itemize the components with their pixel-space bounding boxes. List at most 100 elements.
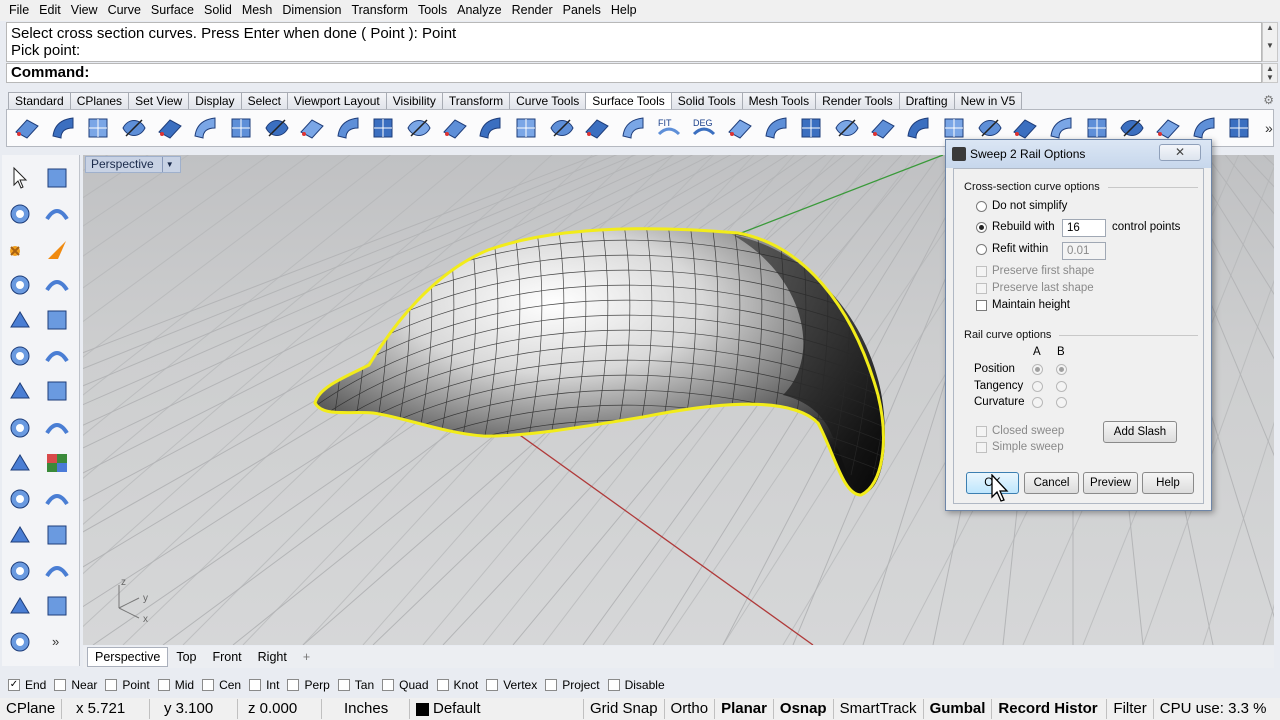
- surface-from-points-icon[interactable]: [11, 112, 43, 144]
- rotate-2-icon[interactable]: [42, 591, 72, 621]
- status-record-history[interactable]: Record Histor: [992, 699, 1108, 719]
- tab-perspective[interactable]: Perspective: [87, 647, 169, 667]
- menu-mesh[interactable]: Mesh: [237, 0, 278, 21]
- status-smarttrack[interactable]: SmartTrack: [834, 699, 924, 719]
- point-grid-icon[interactable]: [902, 112, 934, 144]
- more-left-icon[interactable]: »: [42, 627, 72, 657]
- boolean-icon[interactable]: [42, 556, 72, 586]
- network-surface-icon[interactable]: [332, 112, 364, 144]
- status-grid-snap[interactable]: Grid Snap: [584, 699, 665, 719]
- checkbox-box[interactable]: [54, 679, 67, 691]
- checkbox-box[interactable]: [287, 679, 300, 691]
- tab-solid-tools[interactable]: Solid Tools: [670, 92, 743, 109]
- tab-new-in-v5[interactable]: New in V5: [953, 92, 1023, 109]
- revolve-icon[interactable]: [189, 112, 221, 144]
- menu-view[interactable]: View: [66, 0, 103, 21]
- polyline-icon[interactable]: [5, 199, 35, 229]
- rail-a-tangency-radio[interactable]: [1032, 381, 1043, 392]
- cone-icon[interactable]: [5, 520, 35, 550]
- add-slash-button[interactable]: Add Slash: [1103, 421, 1177, 443]
- radio-rebuild-with[interactable]: Rebuild with: [976, 221, 1055, 233]
- sweep-1-rail-icon[interactable]: [261, 112, 293, 144]
- curve-icon[interactable]: [5, 235, 35, 265]
- status-osnap[interactable]: Osnap: [774, 699, 834, 719]
- status-layer[interactable]: Default: [410, 699, 584, 719]
- checkbox-box[interactable]: [607, 679, 620, 691]
- menu-solid[interactable]: Solid: [199, 0, 237, 21]
- status-filter[interactable]: Filter: [1107, 699, 1154, 719]
- connect-surface-icon[interactable]: [760, 112, 792, 144]
- preview-button[interactable]: Preview: [1083, 472, 1138, 494]
- menu-curve[interactable]: Curve: [103, 0, 146, 21]
- rail-revolve-icon[interactable]: [225, 112, 257, 144]
- radio-refit-within[interactable]: Refit within: [976, 243, 1048, 255]
- dialog-title-bar[interactable]: Sweep 2 Rail Options ✕: [946, 140, 1211, 168]
- tab-drafting[interactable]: Drafting: [898, 92, 955, 109]
- osnap-project[interactable]: Project: [545, 678, 600, 692]
- rebuild-count-input[interactable]: 16: [1062, 219, 1106, 237]
- checkbox-box[interactable]: [249, 679, 262, 691]
- box-edit-icon[interactable]: [42, 376, 72, 406]
- tab-select[interactable]: Select: [240, 92, 288, 109]
- checkbox-box[interactable]: [202, 679, 215, 691]
- loft-icon[interactable]: [154, 112, 186, 144]
- surface-edge-icon[interactable]: [42, 270, 72, 300]
- gear-icon[interactable]: ⚙: [1263, 93, 1274, 107]
- rail-b-curvature-radio[interactable]: [1056, 397, 1067, 408]
- tab-mesh-tools[interactable]: Mesh Tools: [741, 92, 817, 109]
- checkbox-box[interactable]: [105, 679, 118, 691]
- arc-icon[interactable]: [42, 235, 72, 265]
- tab-top[interactable]: Top: [168, 647, 204, 667]
- tab-surface-tools[interactable]: Surface Tools: [585, 92, 672, 109]
- tab-visibility[interactable]: Visibility: [385, 92, 443, 109]
- layer-color-icon[interactable]: [42, 448, 72, 478]
- sphere-left-icon[interactable]: [42, 484, 72, 514]
- checkbox-maintain-height[interactable]: Maintain height: [976, 299, 1070, 311]
- osnap-point[interactable]: Point: [105, 678, 150, 692]
- menu-help[interactable]: Help: [606, 0, 642, 21]
- osnap-knot[interactable]: Knot: [436, 678, 478, 692]
- checkbox-box[interactable]: [382, 679, 395, 691]
- tab-transform[interactable]: Transform: [441, 92, 511, 109]
- osnap-near[interactable]: Near: [54, 678, 97, 692]
- rail-b-tangency-radio[interactable]: [1056, 381, 1067, 392]
- osnap-quad[interactable]: Quad: [382, 678, 429, 692]
- mesh-icon[interactable]: [42, 305, 72, 335]
- tab-display[interactable]: Display: [188, 92, 242, 109]
- menu-dimension[interactable]: Dimension: [277, 0, 346, 21]
- tab-curve-tools[interactable]: Curve Tools: [509, 92, 587, 109]
- cylinder-left-icon[interactable]: [5, 484, 35, 514]
- status-gumball[interactable]: Gumbal: [924, 699, 993, 719]
- control-points-icon[interactable]: [867, 112, 899, 144]
- menu-edit[interactable]: Edit: [34, 0, 66, 21]
- refit-tolerance-input[interactable]: 0.01: [1062, 242, 1106, 260]
- checkbox-box[interactable]: [486, 679, 499, 691]
- select-arrow-icon[interactable]: [5, 163, 35, 193]
- osnap-perp[interactable]: Perp: [287, 678, 330, 692]
- extend-surface-icon[interactable]: [724, 112, 756, 144]
- status-cplane[interactable]: CPlane: [0, 699, 62, 719]
- line-icon[interactable]: [42, 199, 72, 229]
- rail-a-position-radio[interactable]: [1032, 364, 1043, 375]
- osnap-end[interactable]: ✓ End: [8, 678, 46, 692]
- pyramid-left-icon[interactable]: [42, 520, 72, 550]
- checkbox-closed-sweep[interactable]: Closed sweep: [976, 425, 1064, 437]
- help-button[interactable]: Help: [1142, 472, 1194, 494]
- blend-surface-icon[interactable]: [439, 112, 471, 144]
- radio-circle[interactable]: [976, 243, 987, 255]
- change-degree-icon[interactable]: DEG: [688, 112, 720, 144]
- merge-surface-icon[interactable]: [617, 112, 649, 144]
- fillet-icon[interactable]: [42, 341, 72, 371]
- menu-analyze[interactable]: Analyze: [452, 0, 506, 21]
- planar-surface-icon[interactable]: [82, 112, 114, 144]
- menu-panels[interactable]: Panels: [558, 0, 606, 21]
- scale-icon[interactable]: [42, 413, 72, 443]
- checkbox-preserve-first[interactable]: Preserve first shape: [976, 265, 1094, 277]
- radio-circle[interactable]: [976, 221, 987, 233]
- tab-right[interactable]: Right: [250, 647, 295, 667]
- hatch-icon[interactable]: [1223, 112, 1255, 144]
- solid-icon[interactable]: [5, 341, 35, 371]
- menu-tools[interactable]: Tools: [413, 0, 452, 21]
- osnap-tan[interactable]: Tan: [337, 678, 374, 692]
- box-icon[interactable]: [5, 376, 35, 406]
